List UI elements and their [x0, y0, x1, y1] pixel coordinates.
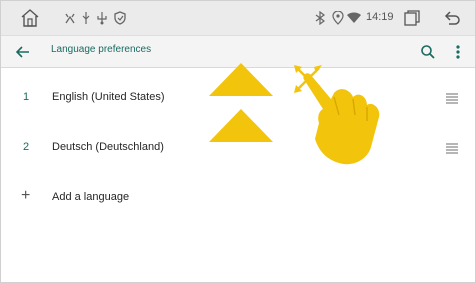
language-number: 2 [23, 141, 30, 153]
list-item[interactable]: 2 Deutsch (Deutschland) [1, 123, 475, 174]
language-name: English (United States) [52, 91, 165, 103]
search-icon[interactable] [417, 41, 439, 63]
back-arrow-icon[interactable] [12, 41, 34, 63]
add-language-label: Add a language [52, 191, 130, 203]
plus-icon: + [21, 187, 31, 204]
recent-apps-icon[interactable] [401, 7, 423, 29]
list-item[interactable]: 1 English (United States) [1, 73, 475, 124]
add-language-button[interactable]: + Add a language [1, 173, 475, 223]
back-icon[interactable] [441, 7, 463, 29]
language-number: 1 [23, 91, 30, 103]
drag-handle-icon[interactable] [445, 91, 459, 105]
page-title: Language preferences [51, 44, 152, 55]
clock: 14:19 [366, 11, 394, 23]
wifi-icon [343, 7, 365, 29]
drag-handle-icon[interactable] [445, 141, 459, 155]
shield-icon [109, 7, 131, 29]
home-icon[interactable] [19, 7, 41, 29]
system-bar: 14:19 [1, 1, 475, 36]
app-bar: Language preferences [1, 36, 475, 68]
more-vert-icon[interactable] [447, 41, 469, 63]
screen: 14:19 Language preferences 1 English (Un… [0, 0, 476, 283]
language-name: Deutsch (Deutschland) [52, 141, 164, 153]
